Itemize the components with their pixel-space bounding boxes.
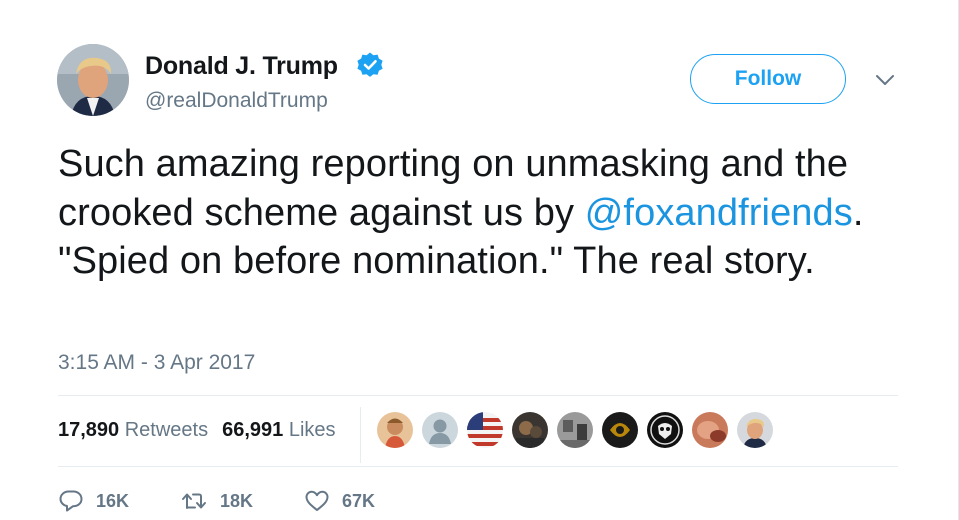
liker-avatar[interactable] [377, 412, 413, 448]
follow-button[interactable]: Follow [690, 54, 846, 104]
likes-stat[interactable]: 66,991 Likes [222, 419, 335, 442]
liker-avatar[interactable] [467, 412, 503, 448]
like-button[interactable]: 67K [304, 489, 375, 513]
retweets-label: Retweets [124, 419, 209, 441]
mention-link[interactable]: @foxandfriends [585, 192, 853, 234]
retweets-stat[interactable]: 17,890 Retweets [58, 419, 208, 442]
verified-badge-icon [357, 52, 383, 77]
avatar[interactable] [57, 44, 129, 116]
retweet-icon [182, 493, 206, 509]
retweet-button[interactable]: 18K [180, 489, 304, 513]
likers-avatars [377, 412, 773, 448]
liker-avatar[interactable] [692, 412, 728, 448]
like-count: 67K [342, 490, 376, 511]
divider-bottom [58, 466, 898, 467]
liker-avatar[interactable] [422, 412, 458, 448]
retweets-count: 17,890 [58, 419, 120, 441]
tweet-timestamp[interactable]: 3:15 AM - 3 Apr 2017 [58, 351, 255, 375]
reply-count: 16K [96, 490, 130, 511]
tweet-stats: 17,890 Retweets 66,991 Likes [58, 419, 336, 442]
display-name[interactable]: Donald J. Trump [145, 52, 338, 81]
liker-avatar[interactable] [737, 412, 773, 448]
stats-separator [360, 407, 361, 463]
retweet-count: 18K [220, 490, 254, 511]
reply-icon [59, 490, 83, 512]
liker-avatar[interactable] [512, 412, 548, 448]
likes-count: 66,991 [222, 419, 284, 441]
divider-top [58, 395, 898, 396]
chevron-down-icon[interactable] [874, 70, 896, 90]
tweet-card: Donald J. Trump @realDonaldTrump Follow … [0, 0, 959, 520]
user-handle[interactable]: @realDonaldTrump [145, 89, 328, 113]
likes-label: Likes [288, 419, 336, 441]
reply-button[interactable]: 16K [58, 489, 180, 513]
liker-avatar[interactable] [647, 412, 683, 448]
tweet-actions: 16K 18K 67K [58, 486, 375, 516]
tweet-text: Such amazing reporting on unmasking and … [58, 140, 918, 286]
liker-avatar[interactable] [557, 412, 593, 448]
heart-icon [305, 490, 329, 511]
liker-avatar[interactable] [602, 412, 638, 448]
